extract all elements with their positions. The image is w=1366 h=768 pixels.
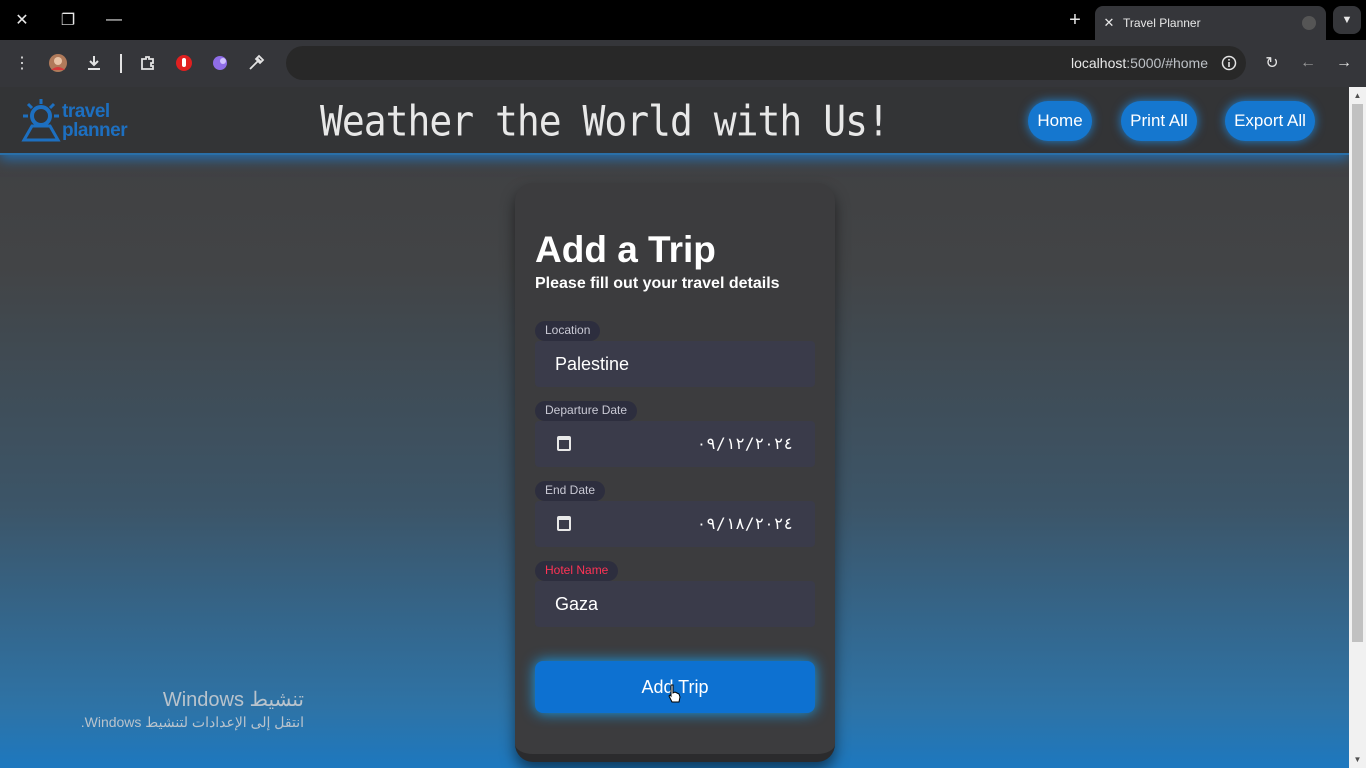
hotel-name-value: Gaza <box>555 594 599 614</box>
page-viewport: travel planner Weather the World with Us… <box>0 87 1349 768</box>
departure-date-label: Departure Date <box>535 401 638 421</box>
forward-icon[interactable]: → <box>1331 50 1357 76</box>
tab-favicon <box>1302 16 1316 30</box>
red-hand-extension[interactable] <box>171 50 197 76</box>
scroll-thumb[interactable] <box>1352 104 1363 642</box>
eyedropper-icon[interactable] <box>243 50 269 76</box>
departure-date-value: ٠٩/١٢/٢٠٢٤ <box>696 434 793 453</box>
print-all-button[interactable]: Print All <box>1121 101 1197 141</box>
location-value: Palestine <box>555 354 630 374</box>
calendar-icon[interactable] <box>557 436 571 451</box>
site-info-icon[interactable] <box>1216 50 1242 76</box>
close-icon[interactable]: ✕ <box>8 6 36 34</box>
windows-activation-watermark: تنشيط Windows انتقل إلى الإعدادات لتنشيط… <box>60 687 304 731</box>
scroll-up-icon[interactable]: ▲ <box>1353 91 1362 100</box>
tab-close-icon[interactable]: ✕ <box>1095 15 1123 31</box>
profile-avatar[interactable] <box>45 50 71 76</box>
reload-icon[interactable]: ↻ <box>1259 50 1285 76</box>
logo-text: travel planner <box>62 101 128 141</box>
minimize-icon[interactable]: — <box>100 6 128 34</box>
tab-travel-planner[interactable]: ✕ Travel Planner <box>1095 6 1326 40</box>
url-host: localhost <box>1071 55 1127 71</box>
page-scrollbar[interactable]: ▲ ▼ <box>1349 87 1366 768</box>
logo-sun-icon <box>21 99 61 142</box>
hotel-name-label: Hotel Name <box>535 561 619 581</box>
address-bar[interactable]: localhost:5000/#home <box>286 46 1246 80</box>
home-button[interactable]: Home <box>1028 101 1092 141</box>
end-date-value: ٠٩/١٨/٢٠٢٤ <box>696 514 793 533</box>
logo-line-1: travel <box>62 101 110 122</box>
scroll-down-icon[interactable]: ▼ <box>1353 755 1362 764</box>
browser-toolbar: ⋮ ☆ localhost:5000/#home ↻ ← → <box>0 40 1366 87</box>
form-subtitle: Please fill out your travel details <box>535 275 780 292</box>
watermark-subtitle: انتقل إلى الإعدادات لتنشيط Windows. <box>80 714 304 730</box>
add-trip-button[interactable]: Add Trip <box>535 661 815 713</box>
url-path: :5000/#home <box>1126 55 1208 71</box>
end-date-label: End Date <box>535 481 606 501</box>
location-field[interactable]: Palestine <box>535 341 815 387</box>
location-label: Location <box>535 321 601 341</box>
toolbar-divider <box>120 54 122 73</box>
page-headline: Weather the World with Us! <box>320 96 890 146</box>
tab-title: Travel Planner <box>1123 16 1201 30</box>
tab-strip: ✕ ❐ — + ✕ Travel Planner ▼ <box>0 0 1366 40</box>
site-header: travel planner Weather the World with Us… <box>0 87 1349 155</box>
departure-date-field[interactable]: ٠٩/١٢/٢٠٢٤ <box>535 421 815 467</box>
back-icon[interactable]: ← <box>1295 50 1321 76</box>
logo[interactable]: travel planner <box>20 96 142 146</box>
new-tab-icon[interactable]: + <box>1062 7 1088 33</box>
tab-search-icon[interactable]: ▼ <box>1333 6 1361 34</box>
hotel-name-field[interactable]: Gaza <box>535 581 815 627</box>
purple-extension[interactable] <box>207 50 233 76</box>
logo-line-2: planner <box>62 120 128 141</box>
restore-icon[interactable]: ❐ <box>54 6 82 34</box>
export-all-button[interactable]: Export All <box>1225 101 1315 141</box>
form-title: Add a Trip <box>535 229 716 270</box>
hand-cursor-icon <box>668 684 681 703</box>
extensions-icon[interactable] <box>135 50 161 76</box>
menu-icon[interactable]: ⋮ <box>9 50 35 76</box>
watermark-title: تنشيط Windows <box>162 689 304 711</box>
download-icon[interactable] <box>81 50 107 76</box>
calendar-icon[interactable] <box>557 516 571 531</box>
add-trip-form: Add a Trip Please fill out your travel d… <box>515 183 835 762</box>
url-text: localhost:5000/#home <box>1071 55 1208 71</box>
end-date-field[interactable]: ٠٩/١٨/٢٠٢٤ <box>535 501 815 547</box>
